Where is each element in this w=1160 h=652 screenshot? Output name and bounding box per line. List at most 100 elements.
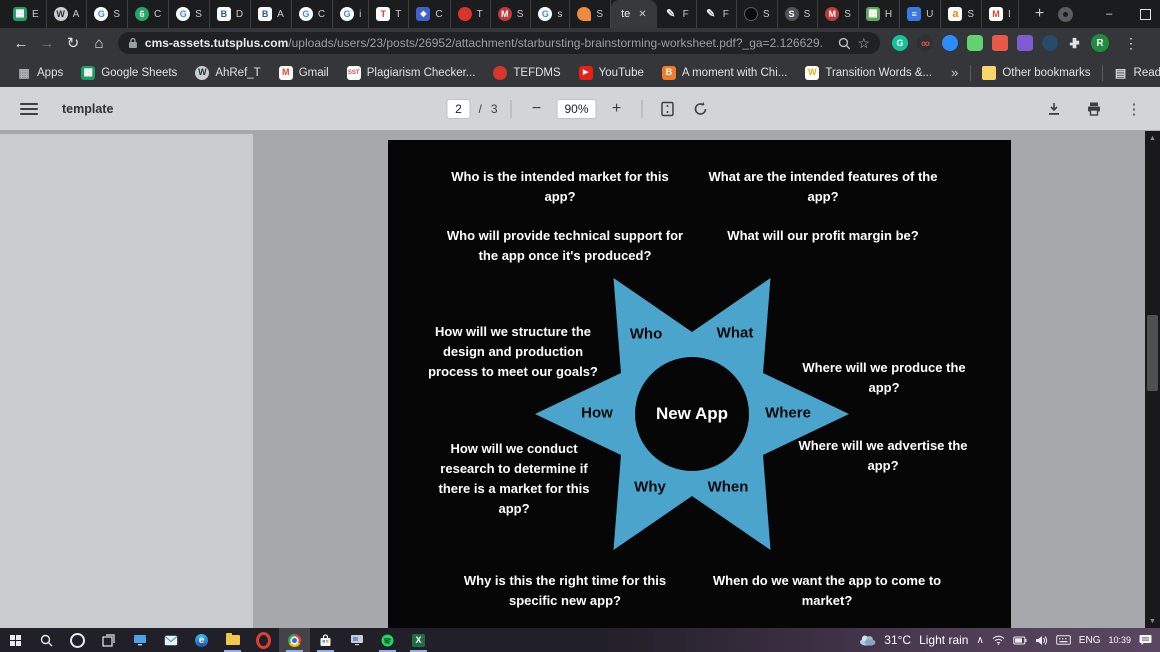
browser-tab[interactable]: ◆ C xyxy=(409,0,450,28)
bookmark-item[interactable]: M Gmail xyxy=(272,62,336,84)
browser-tab[interactable]: G S xyxy=(87,0,128,28)
task-view-button[interactable] xyxy=(93,628,124,652)
green-extension-icon[interactable] xyxy=(967,35,983,51)
browser-tab[interactable]: B A xyxy=(251,0,292,28)
bookmark-item[interactable]: B A moment with Chi... xyxy=(655,62,794,84)
back-button[interactable]: ← xyxy=(8,30,34,56)
bookmark-item[interactable]: ▦ Apps xyxy=(10,62,70,84)
pinned-app-spotify[interactable] xyxy=(372,628,403,652)
pinned-app-monitor[interactable] xyxy=(124,628,155,652)
browser-tab[interactable]: W A xyxy=(47,0,88,28)
reading-list-button[interactable]: ▤ Reading list xyxy=(1107,62,1160,84)
navy-extension-icon[interactable] xyxy=(1042,35,1058,51)
purple-extension-icon[interactable] xyxy=(1017,35,1033,51)
browser-tab[interactable]: M S xyxy=(818,0,859,28)
zoom-in-button[interactable]: + xyxy=(605,97,629,121)
page-number-input[interactable]: 2 xyxy=(447,100,469,118)
bookmark-item[interactable]: W AhRef_T xyxy=(188,62,267,84)
pdf-viewer-area[interactable]: Who is the intended market for this app?… xyxy=(0,131,1160,628)
browser-tab[interactable]: G C xyxy=(292,0,333,28)
browser-tab[interactable]: M S xyxy=(491,0,532,28)
clock[interactable]: 10:39 xyxy=(1108,635,1131,645)
glasses-extension-icon[interactable]: oo xyxy=(917,35,933,51)
browser-tab[interactable]: ≡ U xyxy=(900,0,941,28)
pdf-menu-icon[interactable] xyxy=(20,103,38,115)
zoom-page-icon[interactable] xyxy=(838,37,851,50)
blue-extension-icon[interactable] xyxy=(942,35,958,51)
browser-tab[interactable]: G S xyxy=(169,0,210,28)
orange-extension-icon[interactable] xyxy=(992,35,1008,51)
weather-condition[interactable]: Light rain xyxy=(919,633,968,647)
pinned-app-edge[interactable]: e xyxy=(186,628,217,652)
pinned-app-opera[interactable] xyxy=(248,628,279,652)
browser-tab[interactable]: S xyxy=(570,0,611,28)
pinned-app-excel[interactable]: X xyxy=(403,628,434,652)
browser-tab[interactable]: G s xyxy=(531,0,570,28)
browser-tab[interactable]: ▦ H xyxy=(859,0,900,28)
rotate-button[interactable] xyxy=(689,97,713,121)
browser-menu-icon[interactable]: ⋮ xyxy=(1118,35,1144,52)
browser-tab[interactable]: T xyxy=(451,0,491,28)
speaker-icon[interactable] xyxy=(1035,635,1048,646)
grammarly-extension-icon[interactable]: G xyxy=(892,35,908,51)
address-bar[interactable]: cms-assets.tutsplus.com/uploads/users/23… xyxy=(118,32,880,54)
browser-tab[interactable]: 6 C xyxy=(128,0,169,28)
browser-tab[interactable]: a S xyxy=(941,0,982,28)
browser-tab[interactable]: ✎ F xyxy=(697,0,737,28)
tray-chevron-icon[interactable]: ∧ xyxy=(976,635,983,646)
browser-tab[interactable]: ▦ E xyxy=(6,0,47,28)
scroll-down-arrow[interactable]: ▼ xyxy=(1145,614,1160,628)
active-tab[interactable]: te ✕ xyxy=(611,0,657,28)
touch-keyboard-icon[interactable] xyxy=(1056,635,1071,645)
fit-page-button[interactable] xyxy=(656,97,680,121)
zoom-out-button[interactable]: − xyxy=(525,97,549,121)
print-button[interactable] xyxy=(1082,97,1106,121)
extensions-puzzle-icon[interactable] xyxy=(1067,36,1082,51)
bookmark-star-icon[interactable]: ☆ xyxy=(857,35,870,52)
minimize-button[interactable]: – xyxy=(1091,0,1127,28)
cortana-button[interactable] xyxy=(62,628,93,652)
maximize-button[interactable] xyxy=(1127,0,1160,28)
browser-tab[interactable]: S S xyxy=(778,0,819,28)
battery-icon[interactable] xyxy=(1013,636,1027,645)
scroll-up-arrow[interactable]: ▲ xyxy=(1145,131,1160,145)
bookmarks-overflow-chevron[interactable]: » xyxy=(943,65,966,80)
other-bookmarks-button[interactable]: Other bookmarks xyxy=(975,62,1097,84)
browser-tab[interactable]: S xyxy=(737,0,778,28)
search-button[interactable] xyxy=(31,628,62,652)
new-tab-button[interactable]: + xyxy=(1029,5,1050,23)
browser-tab[interactable]: T T xyxy=(369,0,409,28)
wifi-icon[interactable] xyxy=(992,635,1005,645)
pinned-app-store[interactable] xyxy=(310,628,341,652)
bookmark-favicon-icon: ▦ xyxy=(81,66,95,80)
pdf-more-options-icon[interactable]: ⋮ xyxy=(1122,97,1146,121)
scrollbar-thumb[interactable] xyxy=(1147,315,1158,391)
browser-tab[interactable]: G i xyxy=(333,0,369,28)
bookmark-item[interactable]: SST Plagiarism Checker... xyxy=(340,62,483,84)
download-button[interactable] xyxy=(1042,97,1066,121)
bookmark-item[interactable]: ▦ Google Sheets xyxy=(74,62,184,84)
zoom-level-input[interactable]: 90% xyxy=(558,100,596,118)
tab-close-icon[interactable]: ✕ xyxy=(638,9,646,20)
language-indicator[interactable]: ENG xyxy=(1079,635,1101,646)
reload-button[interactable]: ↻ xyxy=(60,30,86,56)
pinned-app-file-explorer[interactable] xyxy=(217,628,248,652)
browser-tab[interactable]: B D xyxy=(210,0,251,28)
pinned-app-mail[interactable] xyxy=(155,628,186,652)
weather-temperature[interactable]: 31°C xyxy=(884,633,911,647)
start-button[interactable] xyxy=(0,628,31,652)
media-controls-icon[interactable] xyxy=(1058,7,1073,22)
browser-tab[interactable]: ✎ F xyxy=(657,0,697,28)
tab-favicon-icon: G xyxy=(538,7,552,21)
bookmark-item[interactable]: ▶ YouTube xyxy=(572,62,651,84)
home-button[interactable]: ⌂ xyxy=(86,30,112,56)
action-center-icon[interactable] xyxy=(1139,634,1152,646)
bookmark-item[interactable]: TEFDMS xyxy=(486,62,567,84)
forward-button[interactable]: → xyxy=(34,30,60,56)
scrollbar[interactable]: ▲ ▼ xyxy=(1145,131,1160,628)
browser-tab[interactable]: M I xyxy=(982,0,1019,28)
profile-avatar[interactable]: R xyxy=(1091,34,1109,52)
pinned-app-chrome[interactable] xyxy=(279,628,310,652)
bookmark-item[interactable]: W Transition Words &... xyxy=(798,62,939,84)
pinned-app-screen-share[interactable] xyxy=(341,628,372,652)
